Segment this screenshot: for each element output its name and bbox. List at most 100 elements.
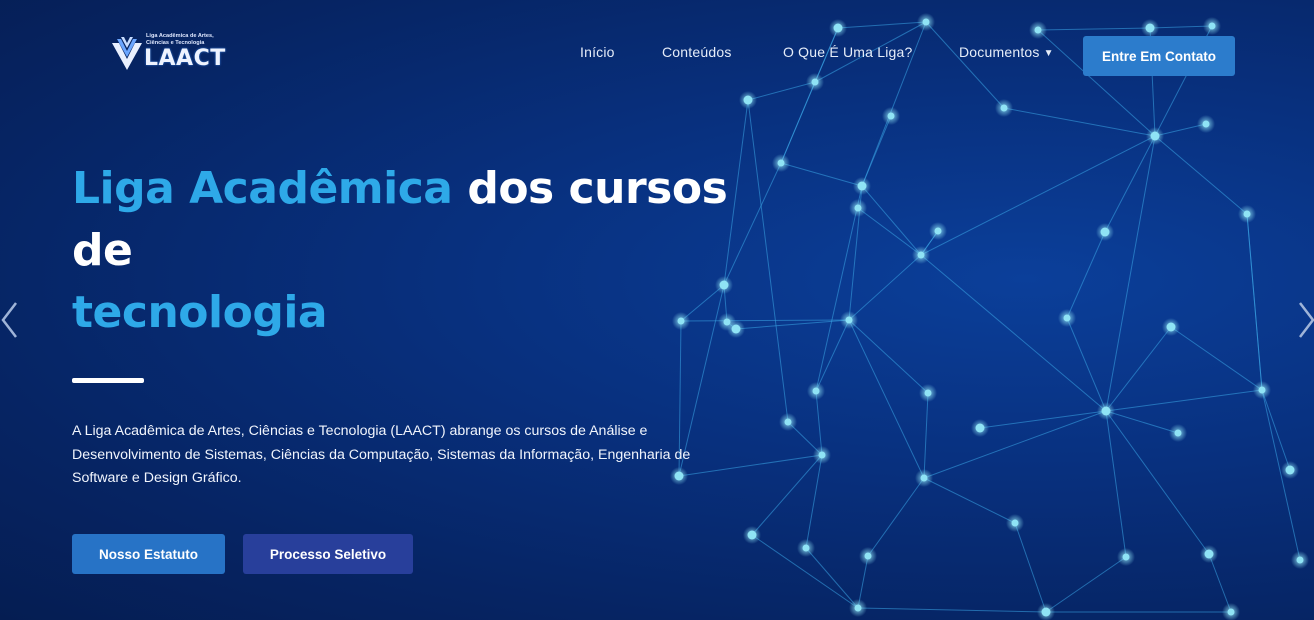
network-node	[784, 418, 792, 426]
network-edge	[747, 81, 816, 101]
network-node	[777, 159, 785, 167]
network-edge	[867, 477, 925, 557]
network-edge	[1105, 410, 1179, 434]
hero-title-accent: Liga Acadêmica	[72, 163, 453, 214]
network-edge	[1066, 231, 1106, 319]
network-node	[1100, 227, 1110, 237]
network-node	[1122, 553, 1130, 561]
network-node	[1034, 26, 1042, 34]
network-node	[1202, 120, 1210, 128]
nav-item-inicio[interactable]: Início	[580, 44, 615, 60]
network-node	[1145, 23, 1155, 33]
network-node	[1204, 549, 1214, 559]
network-edge	[805, 454, 823, 549]
network-edge	[837, 21, 927, 29]
network-node	[1285, 465, 1295, 475]
network-node	[922, 18, 930, 26]
network-node	[833, 23, 843, 33]
network-edge	[815, 390, 823, 456]
nav-item-documentos[interactable]: Documentos ▼	[959, 44, 1054, 60]
network-node	[857, 181, 867, 191]
logo-text: LAACT	[144, 46, 226, 71]
network-edge	[1104, 135, 1156, 233]
network-node	[975, 423, 985, 433]
network-edge	[751, 454, 823, 536]
hero-title: Liga Acadêmica dos cursos de tecnologia	[72, 158, 772, 344]
network-edge	[920, 135, 1156, 256]
network-edge	[780, 81, 816, 164]
network-node	[1011, 519, 1019, 527]
network-edge	[1066, 317, 1107, 412]
network-edge	[1105, 326, 1172, 412]
network-node	[924, 389, 932, 397]
network-node	[743, 95, 753, 105]
network-edge	[923, 477, 1016, 524]
laact-logo[interactable]: Liga Acadêmica de Artes, Ciências e Tecn…	[110, 33, 235, 75]
network-edge	[1105, 389, 1263, 412]
chevron-down-icon: ▼	[1043, 48, 1054, 59]
v-chevron-logo-icon	[112, 37, 142, 70]
network-node	[864, 552, 872, 560]
network-edge	[1154, 135, 1248, 215]
network-node	[1296, 556, 1304, 564]
network-edge	[979, 410, 1107, 429]
network-node	[818, 451, 826, 459]
hero-title-white: dos cursos	[452, 163, 728, 214]
network-edge	[815, 185, 863, 392]
network-edge	[1105, 410, 1127, 558]
network-edge	[1037, 27, 1151, 31]
network-node	[1243, 210, 1251, 218]
network-edge	[848, 319, 925, 479]
hero-title-tecnologia: tecnologia	[72, 287, 328, 338]
network-edges	[678, 21, 1301, 613]
processo-seletivo-button[interactable]: Processo Seletivo	[243, 534, 413, 574]
hero-divider	[72, 378, 144, 383]
network-edge	[1246, 213, 1263, 391]
network-edge	[848, 254, 922, 321]
network-node	[917, 251, 925, 259]
network-node	[812, 387, 820, 395]
chevron-left-icon[interactable]	[0, 300, 20, 340]
network-edge	[925, 21, 1005, 109]
nav-item-documentos-label: Documentos	[959, 44, 1040, 60]
network-edge	[923, 392, 929, 479]
network-edge	[1261, 389, 1291, 471]
network-edge	[848, 319, 929, 394]
network-edge	[678, 454, 823, 477]
network-edge	[920, 254, 1107, 412]
network-node	[1150, 131, 1160, 141]
network-node	[1227, 608, 1235, 616]
network-node	[854, 204, 862, 212]
network-node	[802, 544, 810, 552]
chevron-right-icon[interactable]	[1296, 300, 1314, 340]
network-edge	[923, 410, 1107, 479]
network-edge	[1045, 556, 1127, 613]
network-edge	[1105, 410, 1210, 555]
network-node	[845, 316, 853, 324]
network-node	[920, 474, 928, 482]
nav-item-o-que-e-uma-liga[interactable]: O Que É Uma Liga?	[783, 44, 912, 60]
network-edge	[857, 207, 922, 256]
network-node	[747, 530, 757, 540]
network-node	[811, 78, 819, 86]
network-node	[1208, 22, 1216, 30]
network-node	[1174, 429, 1182, 437]
network-edge	[815, 319, 850, 392]
logo-subtitle: Liga Acadêmica de Artes, Ciências e Tecn…	[146, 33, 214, 46]
nosso-estatuto-button[interactable]: Nosso Estatuto	[72, 534, 225, 574]
network-node	[1041, 607, 1051, 617]
network-node	[1258, 386, 1266, 394]
contact-button[interactable]: Entre Em Contato	[1083, 36, 1235, 76]
network-node	[1101, 406, 1111, 416]
network-edge	[1014, 522, 1047, 613]
network-node	[1166, 322, 1176, 332]
network-node	[1000, 104, 1008, 112]
network-node	[854, 604, 862, 612]
network-edge	[1105, 135, 1156, 412]
nav-item-conteudos[interactable]: Conteúdos	[662, 44, 732, 60]
network-edge	[1003, 107, 1156, 137]
hero-title-de: de	[72, 225, 133, 276]
network-edge	[861, 185, 922, 256]
network-edge	[857, 607, 1047, 613]
network-node	[887, 112, 895, 120]
